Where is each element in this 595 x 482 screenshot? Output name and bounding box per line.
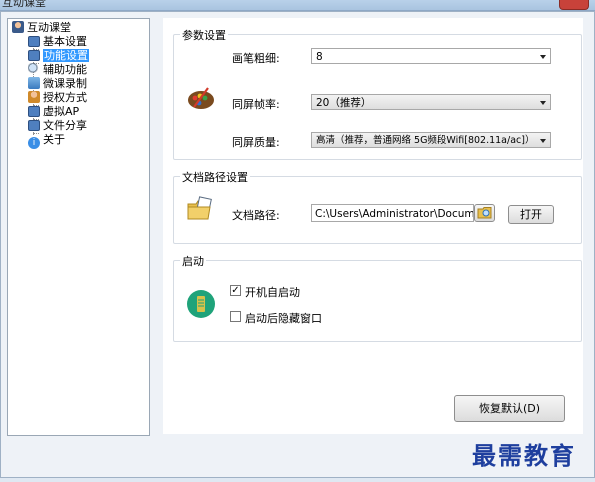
magnifier-icon: [28, 63, 40, 75]
monitor-icon: [28, 120, 40, 131]
folder-icon: [187, 196, 212, 220]
startup-group-title: 启动: [180, 253, 206, 269]
quality-label: 同屏质量:: [232, 136, 280, 149]
frame-rate-label: 同屏帧率:: [232, 98, 280, 111]
chevron-down-icon: [540, 55, 546, 59]
screen-record-icon: [28, 77, 40, 89]
settings-dialog: 互动课堂 基本设置 功能设置 辅助功能 微课录制 授权方式 虚拟AP 文件分享 …: [0, 11, 595, 478]
monitor-icon: [28, 36, 40, 47]
docpath-group-title: 文档路径设置: [180, 169, 250, 185]
startup-icon: [187, 290, 215, 318]
params-group: 参数设置 画笔粗细: 8 同屏帧率: 20（推荐） 同屏质量: 高清（推荐，普通…: [173, 27, 582, 160]
hide-window-label[interactable]: 启动后隐藏窗口: [245, 310, 322, 326]
window-title: 互动课堂: [2, 0, 46, 9]
teacher-icon: [12, 21, 24, 33]
tree-item-authorization[interactable]: 授权方式: [28, 91, 87, 105]
open-button[interactable]: 打开: [508, 205, 554, 224]
autostart-checkbox[interactable]: ✓: [230, 285, 241, 296]
tree-item-accessibility[interactable]: 辅助功能: [28, 63, 87, 77]
tree-item-basic-settings[interactable]: 基本设置: [28, 35, 87, 49]
autostart-label[interactable]: 开机自启动: [245, 284, 300, 300]
tree-item-function-settings[interactable]: 功能设置: [28, 49, 89, 63]
chevron-down-icon: [540, 139, 546, 143]
docpath-input[interactable]: C:\Users\Administrator\Documents\互: [311, 204, 474, 222]
tree-item-about[interactable]: i 关于: [28, 133, 65, 149]
title-bar: 互动课堂: [0, 0, 595, 11]
startup-group: 启动 ✓ 开机自启动 启动后隐藏窗口: [173, 253, 582, 342]
settings-content: 参数设置 画笔粗细: 8 同屏帧率: 20（推荐） 同屏质量: 高清（推荐，普通…: [163, 18, 583, 434]
monitor-icon: [28, 106, 40, 117]
docpath-group: 文档路径设置 文档路径: C:\Users\Administrator\Docu…: [173, 169, 582, 244]
hide-window-checkbox[interactable]: [230, 311, 241, 322]
tree-root[interactable]: 互动课堂: [12, 21, 71, 35]
person-icon: [28, 91, 40, 103]
palette-icon: [188, 87, 214, 109]
pen-size-label: 画笔粗细:: [232, 52, 280, 65]
tree-item-micro-lesson[interactable]: 微课录制: [28, 77, 87, 91]
pen-size-select[interactable]: 8: [311, 48, 551, 64]
chevron-down-icon: [540, 101, 546, 105]
watermark: 最需教育: [472, 441, 576, 470]
docpath-label: 文档路径:: [232, 209, 280, 222]
browse-folder-icon: [477, 207, 491, 219]
tree-item-file-share[interactable]: 文件分享: [28, 119, 87, 133]
browse-folder-button[interactable]: [474, 204, 495, 222]
frame-rate-select[interactable]: 20（推荐）: [311, 94, 551, 110]
settings-tree: 互动课堂 基本设置 功能设置 辅助功能 微课录制 授权方式 虚拟AP 文件分享 …: [7, 18, 150, 436]
info-icon: i: [28, 137, 40, 149]
monitor-icon: [28, 50, 40, 61]
restore-defaults-button[interactable]: 恢复默认(D): [454, 395, 565, 422]
params-group-title: 参数设置: [180, 27, 228, 43]
tree-item-virtual-ap[interactable]: 虚拟AP: [28, 105, 79, 119]
quality-select[interactable]: 高清（推荐，普通网络 5G频段Wifi[802.11a/ac]）: [311, 132, 551, 148]
close-button[interactable]: [559, 0, 589, 10]
